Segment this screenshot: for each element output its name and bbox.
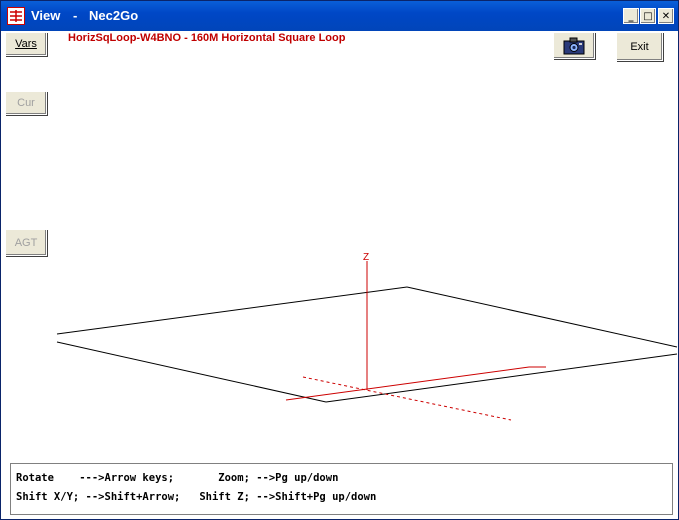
coordinate-axes: [285, 261, 546, 421]
keyboard-help-panel: Rotate --->Arrow keys; Zoom; -->Pg up/do…: [10, 463, 673, 515]
nec2go-view-window: View - Nec2Go _ □ ✕ Vars Cur AGT HorizSq…: [0, 0, 679, 520]
help-line-rotate-zoom: Rotate --->Arrow keys; Zoom; -->Pg up/do…: [16, 472, 339, 484]
model-viewport[interactable]: Z: [1, 1, 679, 461]
z-axis-label: Z: [363, 252, 369, 263]
x-axis-solid: [285, 366, 530, 401]
help-line-shift: Shift X/Y; -->Shift+Arrow; Shift Z; -->S…: [16, 491, 377, 503]
